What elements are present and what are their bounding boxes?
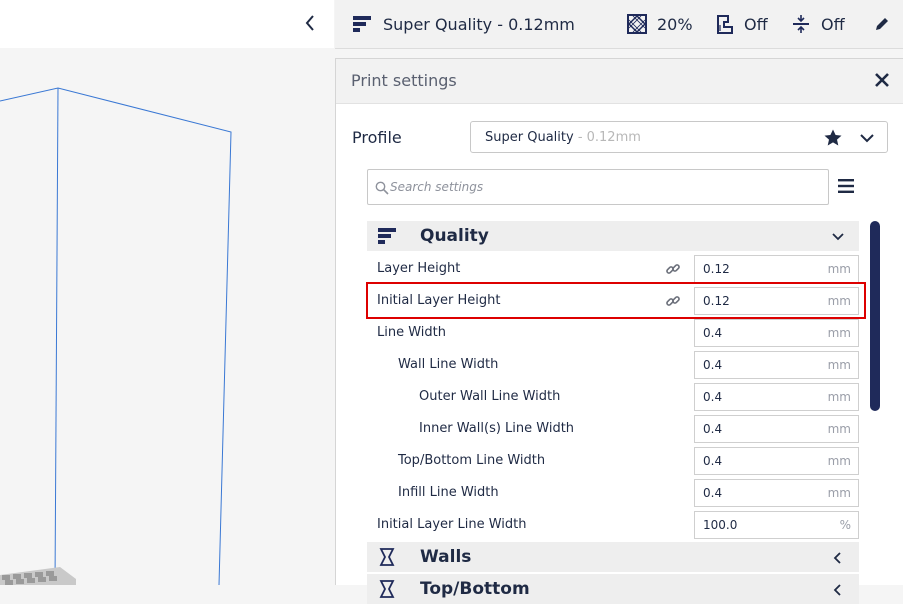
initial-layer-height-field[interactable]: 0.12 mm [694, 287, 859, 315]
setting-label: Initial Layer Height [377, 293, 501, 308]
category-top-bottom[interactable]: Top/Bottom [367, 574, 859, 604]
setting-unit: mm [827, 358, 851, 372]
support-summary[interactable]: Off [715, 0, 768, 48]
category-walls[interactable]: Walls [367, 542, 859, 572]
category-label: Quality [420, 226, 489, 246]
print-settings-panel: Print settings Profile Super Quality - 0… [335, 58, 903, 604]
profile-summary-label: Super Quality - 0.12mm [383, 14, 575, 34]
setting-row-inner-wall-line-width: Inner Wall(s) Line Width 0.4 mm [367, 413, 859, 445]
panel-title: Print settings [351, 71, 457, 90]
star-icon[interactable] [823, 128, 843, 152]
print-setup-bar[interactable]: Super Quality - 0.12mm 20% Off Off [335, 0, 903, 49]
search-input[interactable] [390, 176, 810, 198]
build-volume-outline [0, 87, 232, 585]
support-summary-label: Off [744, 14, 768, 34]
settings-scrollbar[interactable] [870, 221, 880, 411]
infill-line-width-field[interactable]: 0.4 mm [694, 479, 859, 507]
setting-label: Infill Line Width [398, 485, 499, 500]
setting-value: 0.4 [703, 358, 723, 372]
pencil-icon[interactable] [874, 0, 890, 48]
setting-value: 0.4 [703, 422, 723, 436]
setting-unit: mm [827, 422, 851, 436]
setting-label: Wall Line Width [398, 357, 499, 372]
setting-row-layer-height: Layer Height 0.12 mm [367, 253, 859, 285]
left-header [0, 0, 334, 49]
setting-label: Outer Wall Line Width [419, 389, 561, 404]
setting-unit: mm [827, 294, 851, 308]
setting-label: Inner Wall(s) Line Width [419, 421, 575, 436]
setting-label: Initial Layer Line Width [377, 517, 527, 532]
top-bottom-line-width-field[interactable]: 0.4 mm [694, 447, 859, 475]
category-label: Walls [420, 547, 472, 567]
build-plate-grid [0, 567, 76, 585]
setting-row-initial-layer-height: Initial Layer Height 0.12 mm [367, 285, 859, 317]
chevron-left-icon [831, 550, 845, 569]
wall-line-width-field[interactable]: 0.4 mm [694, 351, 859, 379]
setting-value: 0.4 [703, 486, 723, 500]
panel-header: Print settings [336, 59, 903, 104]
walls-icon [377, 547, 397, 571]
search-icon [375, 180, 389, 199]
setting-label: Top/Bottom Line Width [398, 453, 546, 468]
profile-selected-suffix: - 0.12mm [577, 130, 641, 145]
setting-value: 0.12 [703, 294, 730, 308]
profile-dropdown[interactable]: Super Quality - 0.12mm [470, 121, 888, 153]
profile-label: Profile [352, 128, 402, 147]
inner-wall-line-width-field[interactable]: 0.4 mm [694, 415, 859, 443]
support-icon [715, 13, 735, 35]
adhesion-summary[interactable]: Off [791, 0, 845, 48]
top-bottom-icon [377, 579, 397, 603]
category-label: Top/Bottom [420, 579, 530, 599]
chevron-left-icon[interactable] [300, 12, 320, 34]
setting-unit: % [839, 518, 851, 532]
setting-label: Line Width [377, 325, 446, 340]
setting-unit: mm [827, 486, 851, 500]
setting-value: 0.4 [703, 390, 723, 404]
setting-value: 100.0 [703, 518, 738, 532]
setting-row-top-bottom-line-width: Top/Bottom Line Width 0.4 mm [367, 445, 859, 477]
setting-row-outer-wall-line-width: Outer Wall Line Width 0.4 mm [367, 381, 859, 413]
profile-summary[interactable]: Super Quality - 0.12mm [352, 0, 575, 48]
setting-unit: mm [827, 390, 851, 404]
link-icon[interactable] [665, 293, 681, 313]
link-icon[interactable] [665, 261, 681, 281]
adhesion-summary-label: Off [821, 14, 845, 34]
quality-bars-icon [377, 226, 397, 250]
infill-summary-label: 20% [657, 14, 693, 34]
profile-selected-value: Super Quality - 0.12mm [485, 130, 641, 145]
setting-row-infill-line-width: Infill Line Width 0.4 mm [367, 477, 859, 509]
infill-pattern-icon [626, 13, 648, 35]
close-icon[interactable] [871, 69, 893, 91]
setting-row-wall-line-width: Wall Line Width 0.4 mm [367, 349, 859, 381]
setting-row-initial-layer-line-width: Initial Layer Line Width 100.0 % [367, 509, 859, 541]
chevron-down-icon [831, 229, 845, 248]
chevron-down-icon [859, 130, 875, 150]
setting-row-line-width: Line Width 0.4 mm [367, 317, 859, 349]
setting-unit: mm [827, 326, 851, 340]
outer-wall-line-width-field[interactable]: 0.4 mm [694, 383, 859, 411]
setting-value: 0.12 [703, 262, 730, 276]
setting-value: 0.4 [703, 326, 723, 340]
line-width-field[interactable]: 0.4 mm [694, 319, 859, 347]
setting-unit: mm [827, 454, 851, 468]
setting-unit: mm [827, 262, 851, 276]
initial-layer-line-width-field[interactable]: 100.0 % [694, 511, 859, 539]
hamburger-menu-icon[interactable] [837, 177, 855, 195]
quality-bars-icon [352, 14, 372, 34]
adhesion-icon [791, 14, 811, 34]
3d-viewport[interactable] [0, 48, 334, 585]
category-quality[interactable]: Quality [367, 221, 859, 251]
profile-selected-name: Super Quality [485, 130, 574, 145]
setting-label: Layer Height [377, 261, 461, 276]
infill-summary[interactable]: 20% [626, 0, 693, 48]
setting-value: 0.4 [703, 454, 723, 468]
layer-height-field[interactable]: 0.12 mm [694, 255, 859, 283]
search-box[interactable] [367, 169, 829, 205]
